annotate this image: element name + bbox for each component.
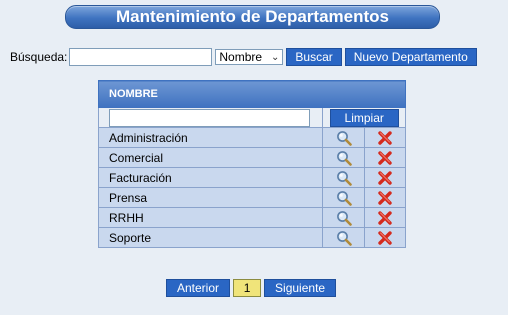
search-button[interactable]: Buscar [286,48,342,66]
view-magnifier-icon[interactable] [336,130,352,146]
previous-page-button[interactable]: Anterior [166,279,231,297]
delete-x-icon[interactable] [377,190,393,206]
department-name: Administración [97,127,324,148]
table-row: RRHH [97,207,407,228]
delete-x-icon[interactable] [377,230,393,246]
delete-x-icon[interactable] [377,130,393,146]
view-magnifier-icon[interactable] [336,190,352,206]
department-name: Soporte [97,227,324,248]
department-name: Prensa [97,187,324,208]
search-field-select-value: Nombre [219,50,263,64]
table-header-row: NOMBRE [98,80,406,108]
search-bar: Búsqueda: Nombre ⌄ Buscar Nuevo Departam… [10,48,477,66]
department-name: Facturación [97,167,324,188]
table-row: Soporte [97,227,407,248]
clear-filter-button[interactable]: Limpiar [329,108,399,127]
view-magnifier-icon[interactable] [336,230,352,246]
column-header-nombre[interactable]: NOMBRE [98,80,406,108]
current-page-number[interactable]: 1 [233,279,262,297]
delete-x-icon[interactable] [377,150,393,166]
department-name: Comercial [97,147,324,168]
search-field-select[interactable]: Nombre ⌄ [215,49,284,65]
view-magnifier-icon[interactable] [336,170,352,186]
search-input[interactable] [69,48,213,66]
table-row: Facturación [97,167,407,188]
filter-row: Limpiar [97,107,406,128]
filter-input[interactable] [109,108,310,127]
table-row: Comercial [97,147,407,168]
page-title: Mantenimiento de Departamentos [65,5,440,29]
view-magnifier-icon[interactable] [336,150,352,166]
pagination: Anterior 1 Siguiente [166,279,337,297]
chevron-down-icon: ⌄ [271,51,280,63]
view-magnifier-icon[interactable] [336,210,352,226]
department-name: RRHH [97,207,324,228]
table-row: Prensa [97,187,407,208]
departments-table: NOMBRE Limpiar Administración Comercial Fa… [97,80,407,248]
search-label: Búsqueda: [10,50,68,64]
delete-x-icon[interactable] [377,170,393,186]
table-row: Administración [97,127,407,148]
new-department-button[interactable]: Nuevo Departamento [344,48,477,66]
next-page-button[interactable]: Siguiente [264,279,337,297]
delete-x-icon[interactable] [377,210,393,226]
